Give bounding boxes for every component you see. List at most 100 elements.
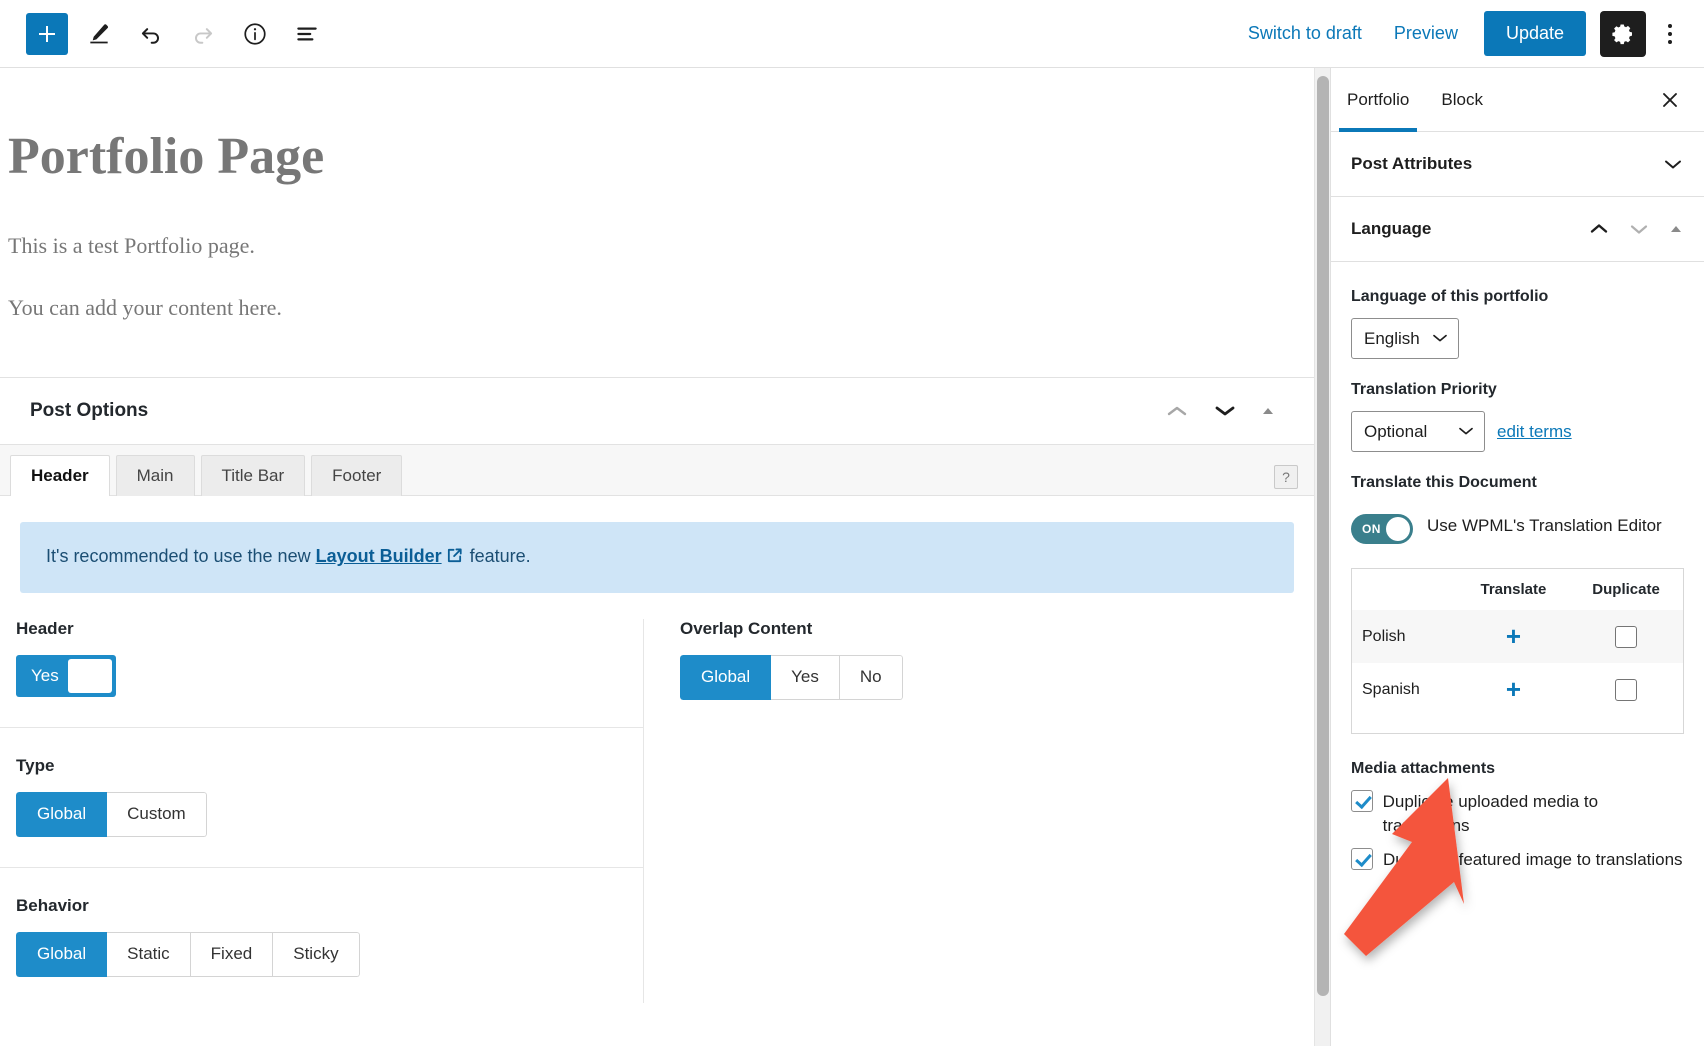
add-translation-icon[interactable]: + [1506, 676, 1521, 702]
edit-pen-icon[interactable] [78, 13, 120, 55]
chevron-down-icon[interactable] [1212, 403, 1238, 419]
post-attributes-title: Post Attributes [1351, 154, 1473, 173]
post-options-right-column: Overlap Content Global Yes No [644, 619, 1314, 1002]
duplicate-featured-image-checkbox[interactable] [1351, 847, 1373, 870]
sidebar-tabs: Portfolio Block [1331, 68, 1704, 132]
preview-button[interactable]: Preview [1380, 13, 1472, 54]
column-duplicate: Duplicate [1592, 581, 1660, 598]
notice-suffix: feature. [464, 546, 531, 567]
kebab-menu-icon[interactable] [1650, 11, 1690, 57]
translate-document-heading: Translate this Document [1351, 474, 1537, 491]
behavior-option-static[interactable]: Static [107, 931, 191, 977]
behavior-button-group: Global Static Fixed Sticky [16, 931, 360, 977]
media-attachments-heading: Media attachments [1351, 760, 1496, 777]
behavior-option-sticky[interactable]: Sticky [273, 931, 360, 977]
editor-scrollbar-thumb[interactable] [1317, 76, 1329, 996]
translations-table-body: Polish + Spanish + [1351, 610, 1684, 734]
settings-sidebar: Portfolio Block Post Attributes Language [1330, 68, 1704, 1046]
field-overlap-content: Overlap Content Global Yes No [664, 619, 1314, 726]
column-translate: Translate [1480, 581, 1547, 598]
behavior-option-global[interactable]: Global [16, 931, 108, 977]
type-option-custom[interactable]: Custom [107, 792, 207, 837]
update-button[interactable]: Update [1483, 11, 1586, 56]
sidebar-tab-block[interactable]: Block [1425, 68, 1499, 131]
gear-icon[interactable] [1600, 10, 1646, 57]
close-icon[interactable] [1648, 78, 1692, 122]
redo-icon [182, 13, 224, 55]
tab-header[interactable]: Header [10, 454, 110, 497]
triangle-up-icon[interactable] [1260, 405, 1276, 417]
overlap-button-group: Global Yes No [680, 655, 903, 700]
plus-icon[interactable] [26, 12, 68, 55]
field-overlap-label: Overlap Content [680, 619, 813, 639]
switch-to-draft-button[interactable]: Switch to draft [1234, 13, 1376, 54]
language-panel-header[interactable]: Language [1331, 197, 1704, 262]
chevron-down-icon[interactable] [1662, 157, 1684, 171]
field-type: Type Global Custom [0, 728, 643, 868]
tab-main[interactable]: Main [115, 454, 195, 497]
chevron-up-icon[interactable] [1164, 403, 1190, 419]
duplicate-checkbox-spanish[interactable] [1615, 678, 1638, 701]
info-icon[interactable] [234, 13, 276, 55]
wpml-translation-editor-toggle[interactable]: ON [1351, 514, 1413, 544]
editor-top-bar: Switch to draft Preview Update [0, 0, 1704, 68]
header-toggle[interactable]: Yes [16, 655, 116, 698]
post-options-metabox: Post Options Header Main Title Bar Foote… [0, 377, 1314, 1003]
editor-paragraph-2[interactable]: You can add your content here. [0, 295, 1314, 321]
header-toggle-knob [68, 659, 112, 694]
add-translation-icon[interactable]: + [1506, 623, 1521, 649]
tab-footer[interactable]: Footer [311, 454, 403, 497]
chevron-up-icon[interactable] [1588, 222, 1610, 236]
chevron-down-icon[interactable] [1628, 222, 1650, 236]
language-of-portfolio-label: Language of this portfolio [1351, 288, 1549, 305]
duplicate-featured-image-label: Duplicate featured image to translations [1383, 849, 1683, 869]
media-option-uploaded: Duplicate uploaded media to translations [1351, 790, 1684, 838]
row-language-spanish: Spanish [1362, 680, 1420, 698]
type-option-global[interactable]: Global [16, 792, 108, 837]
header-toggle-label: Yes [31, 666, 59, 686]
post-attributes-controls [1662, 157, 1684, 171]
behavior-option-fixed[interactable]: Fixed [190, 931, 274, 977]
external-link-icon[interactable] [446, 547, 463, 569]
editor-body: Portfolio Page This is a test Portfolio … [0, 68, 1704, 1046]
tab-title-bar[interactable]: Title Bar [200, 454, 306, 497]
help-badge[interactable]: ? [1274, 465, 1298, 490]
notice-prefix: It's recommended to use the new [46, 546, 316, 567]
undo-icon[interactable] [130, 13, 172, 55]
top-bar-right-actions: Switch to draft Preview Update [1234, 10, 1690, 57]
editor-paragraph-1[interactable]: This is a test Portfolio page. [0, 233, 1314, 259]
language-panel-title: Language [1351, 219, 1432, 238]
list-view-icon[interactable] [286, 13, 328, 55]
type-button-group: Global Custom [16, 792, 207, 837]
table-row: Polish + [1351, 610, 1684, 663]
overlap-option-global[interactable]: Global [680, 655, 772, 700]
translations-table: Translate Duplicate Polish + Spanish + [1351, 568, 1684, 734]
layout-builder-link[interactable]: Layout Builder [316, 546, 442, 566]
layout-builder-notice: It's recommended to use the new Layout B… [20, 522, 1294, 594]
duplicate-uploaded-media-label: Duplicate uploaded media to translations [1382, 792, 1599, 835]
post-options-controls [1164, 403, 1290, 419]
post-attributes-panel-header[interactable]: Post Attributes [1331, 132, 1704, 197]
translation-priority-select[interactable]: Optional [1351, 411, 1485, 452]
duplicate-uploaded-media-checkbox[interactable] [1351, 790, 1373, 812]
triangle-up-icon[interactable] [1668, 223, 1684, 235]
toggle-state-label: ON [1362, 522, 1381, 536]
edit-terms-link[interactable]: edit terms [1497, 422, 1572, 442]
language-select[interactable]: English [1351, 318, 1459, 359]
row-language-polish: Polish [1362, 627, 1406, 645]
translation-editor-toggle-row: ON Use WPML's Translation Editor [1351, 514, 1684, 544]
editor-scrollbar[interactable] [1314, 68, 1330, 1046]
translations-table-head: Translate Duplicate [1352, 569, 1684, 611]
table-row: Spanish + [1352, 663, 1684, 734]
field-header: Header Yes [0, 619, 643, 729]
post-options-header: Post Options [0, 378, 1314, 445]
sidebar-tab-portfolio[interactable]: Portfolio [1331, 68, 1425, 132]
overlap-option-no[interactable]: No [839, 655, 903, 700]
language-select-wrapper: English [1351, 318, 1459, 359]
toggle-knob [1386, 517, 1410, 541]
field-header-label: Header [16, 619, 74, 639]
overlap-option-yes[interactable]: Yes [771, 655, 840, 700]
duplicate-checkbox-polish[interactable] [1615, 625, 1638, 648]
wordpress-block-editor: Switch to draft Preview Update Portfolio… [0, 0, 1704, 1046]
page-title[interactable]: Portfolio Page [0, 88, 1314, 185]
